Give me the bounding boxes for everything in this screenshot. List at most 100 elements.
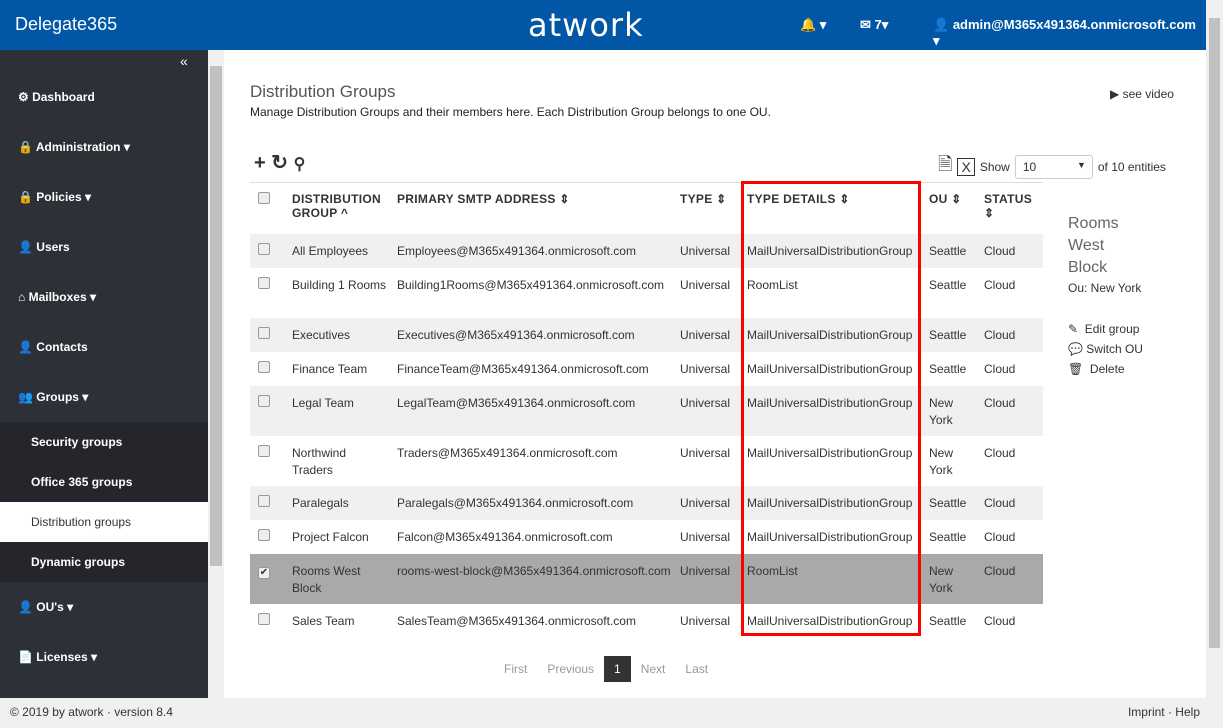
collapse-sidebar-icon[interactable]: «: [180, 53, 188, 69]
export-excel-icon[interactable]: X: [957, 158, 975, 176]
sidebar-item-users[interactable]: 👤 Users: [0, 227, 208, 267]
page-size-select[interactable]: 10 ▼: [1014, 155, 1093, 179]
page-first[interactable]: First: [494, 656, 537, 682]
column-header-group[interactable]: DISTRIBUTION GROUP ^: [292, 183, 397, 234]
row-checkbox[interactable]: [258, 276, 270, 289]
page-last[interactable]: Last: [675, 656, 718, 682]
main-content: Distribution Groups Manage Distribution …: [224, 50, 1206, 698]
sidebar-item-dashboard[interactable]: ⚙ Dashboard: [0, 77, 208, 117]
cell-details: RoomList: [747, 553, 929, 604]
top-bar: Delegate365 atwork 🔔 ▾ ✉ 7▾ 👤 admin@M365…: [0, 0, 1206, 50]
play-icon: ▶: [1110, 87, 1120, 101]
cell-name: Building 1 Rooms: [292, 277, 387, 292]
notifications-menu[interactable]: 🔔 ▾: [800, 17, 826, 33]
cell-status: Cloud: [984, 529, 1016, 544]
cell-details: MailUniversalDistributionGroup: [747, 445, 913, 460]
mail-count: 7: [874, 17, 882, 32]
row-checkbox[interactable]: [258, 326, 270, 339]
column-header-ou[interactable]: OU ⇕: [929, 183, 984, 234]
table-row[interactable]: Legal Team LegalTeam@M365x491364.onmicros…: [250, 385, 1043, 436]
table-row[interactable]: Building 1 Rooms Building1Rooms@M365x4913…: [250, 268, 1043, 318]
cell-type: Universal: [680, 445, 731, 460]
sidebar-scrollbar[interactable]: [208, 50, 224, 698]
cell-ou: Seattle: [929, 485, 984, 520]
page-title: Distribution Groups: [250, 82, 396, 101]
messages-menu[interactable]: ✉ 7▾: [860, 17, 888, 33]
sidebar-item-mailboxes[interactable]: ⌂ Mailboxes ▾: [0, 277, 208, 317]
row-checkbox[interactable]: [258, 444, 270, 457]
cell-name: Rooms West Block: [292, 553, 397, 604]
cell-type: Universal: [680, 361, 731, 376]
cell-smtp: Falcon@M365x491364.onmicrosoft.com: [397, 529, 613, 544]
user-name: admin@M365x491364.onmicrosoft.com: [952, 17, 1196, 32]
cell-name: Paralegals: [292, 485, 397, 520]
edit-group-action[interactable]: ✎ Edit group: [1068, 319, 1143, 339]
brand[interactable]: Delegate365: [15, 14, 117, 35]
cell-status: Cloud: [984, 361, 1016, 376]
cell-details: MailUniversalDistributionGroup: [747, 233, 929, 268]
add-icon[interactable]: +: [254, 152, 266, 174]
sidebar-item-licenses[interactable]: 📄 Licenses ▾: [0, 637, 208, 677]
row-checkbox[interactable]: [258, 360, 270, 373]
sidebar-item-security-groups[interactable]: Security groups: [0, 422, 208, 462]
cell-details: MailUniversalDistributionGroup: [747, 613, 913, 628]
row-checkbox[interactable]: [258, 494, 270, 507]
sidebar-item-office365-groups[interactable]: Office 365 groups: [0, 462, 208, 502]
cell-smtp: Executives@M365x491364.onmicrosoft.com: [397, 317, 680, 352]
search-icon[interactable]: ⚲: [294, 156, 306, 173]
sidebar-item-administration[interactable]: 🔒 Administration ▾: [0, 127, 208, 167]
row-checkbox[interactable]: [258, 242, 270, 255]
sidebar-item-distribution-groups[interactable]: Distribution groups: [0, 502, 208, 542]
row-checkbox[interactable]: [258, 394, 270, 407]
switch-ou-action[interactable]: 💬 Switch OU: [1068, 339, 1143, 359]
cell-status: Cloud: [984, 445, 1016, 460]
cell-ou: Seattle: [929, 529, 967, 544]
cell-smtp: Employees@M365x491364.onmicrosoft.com: [397, 233, 680, 268]
page-current[interactable]: 1: [604, 656, 631, 682]
cell-type: Universal: [680, 613, 731, 628]
column-header-type-details[interactable]: TYPE DETAILS ⇕: [747, 183, 929, 234]
table-row[interactable]: Project Falcon Falcon@M365x491364.onmicro…: [250, 520, 1043, 554]
table-row[interactable]: Sales Team SalesTeam@M365x491364.onmicros…: [250, 604, 1043, 638]
sidebar-item-groups[interactable]: 👥 Groups ▾: [0, 377, 208, 417]
cell-smtp: Building1Rooms@M365x491364.onmicrosoft.c…: [397, 277, 664, 292]
footer-links[interactable]: Imprint · Help: [1128, 698, 1200, 726]
cell-details: MailUniversalDistributionGroup: [747, 529, 913, 544]
cell-ou: Seattle: [929, 277, 967, 292]
row-checkbox[interactable]: [258, 528, 270, 541]
page-next[interactable]: Next: [631, 656, 676, 682]
table-row[interactable]: ✔ Rooms West Block rooms-west-block@M365x4…: [250, 553, 1043, 604]
delete-action[interactable]: 🗑 Delete: [1068, 359, 1143, 379]
page-previous[interactable]: Previous: [537, 656, 604, 682]
distribution-groups-table: DISTRIBUTION GROUP ^ PRIMARY SMTP ADDRES…: [250, 182, 1043, 638]
cell-type: Universal: [680, 277, 731, 292]
sidebar-item-ous[interactable]: 👤 OU's ▾: [0, 587, 208, 627]
cell-type: Universal: [680, 529, 731, 544]
sidebar-item-dynamic-groups[interactable]: Dynamic groups: [0, 542, 208, 582]
table-row[interactable]: Northwind Traders Traders@M365x491364.onm…: [250, 436, 1043, 486]
cell-type: Universal: [680, 317, 747, 352]
cell-status: Cloud: [984, 613, 1016, 628]
sidebar-item-policies[interactable]: 🔒 Policies ▾: [0, 177, 208, 217]
column-header-type[interactable]: TYPE ⇕: [680, 183, 747, 234]
page-scrollbar[interactable]: [1206, 0, 1223, 728]
table-row[interactable]: Paralegals Paralegals@M365x491364.onmicro…: [250, 485, 1043, 520]
cell-ou: New York: [929, 445, 954, 477]
table-row[interactable]: All Employees Employees@M365x491364.onmic…: [250, 233, 1043, 268]
table-row[interactable]: Finance Team FinanceTeam@M365x491364.onmi…: [250, 352, 1043, 386]
row-checkbox[interactable]: ✔: [258, 566, 270, 579]
row-checkbox[interactable]: [258, 612, 270, 625]
column-header-status[interactable]: STATUS ⇕: [984, 183, 1043, 234]
cell-status: Cloud: [984, 553, 1043, 604]
table-row[interactable]: Executives Executives@M365x491364.onmicro…: [250, 317, 1043, 352]
see-video-link[interactable]: ▶ see video: [1110, 87, 1174, 101]
user-menu[interactable]: 👤 admin@M365x491364.onmicrosoft.com ▾: [933, 17, 1206, 49]
sidebar-item-contacts[interactable]: 👤 Contacts: [0, 327, 208, 367]
sidebar: « ⚙ Dashboard 🔒 Administration ▾ 🔒 Polic…: [0, 50, 208, 698]
select-all-checkbox[interactable]: [258, 192, 270, 204]
export-csv-icon[interactable]: 🗎: [938, 152, 952, 182]
cell-ou: Seattle: [929, 361, 967, 376]
column-header-smtp[interactable]: PRIMARY SMTP ADDRESS ⇕: [397, 183, 680, 234]
cell-smtp: FinanceTeam@M365x491364.onmicrosoft.com: [397, 361, 649, 376]
refresh-icon[interactable]: ↻: [271, 152, 288, 174]
